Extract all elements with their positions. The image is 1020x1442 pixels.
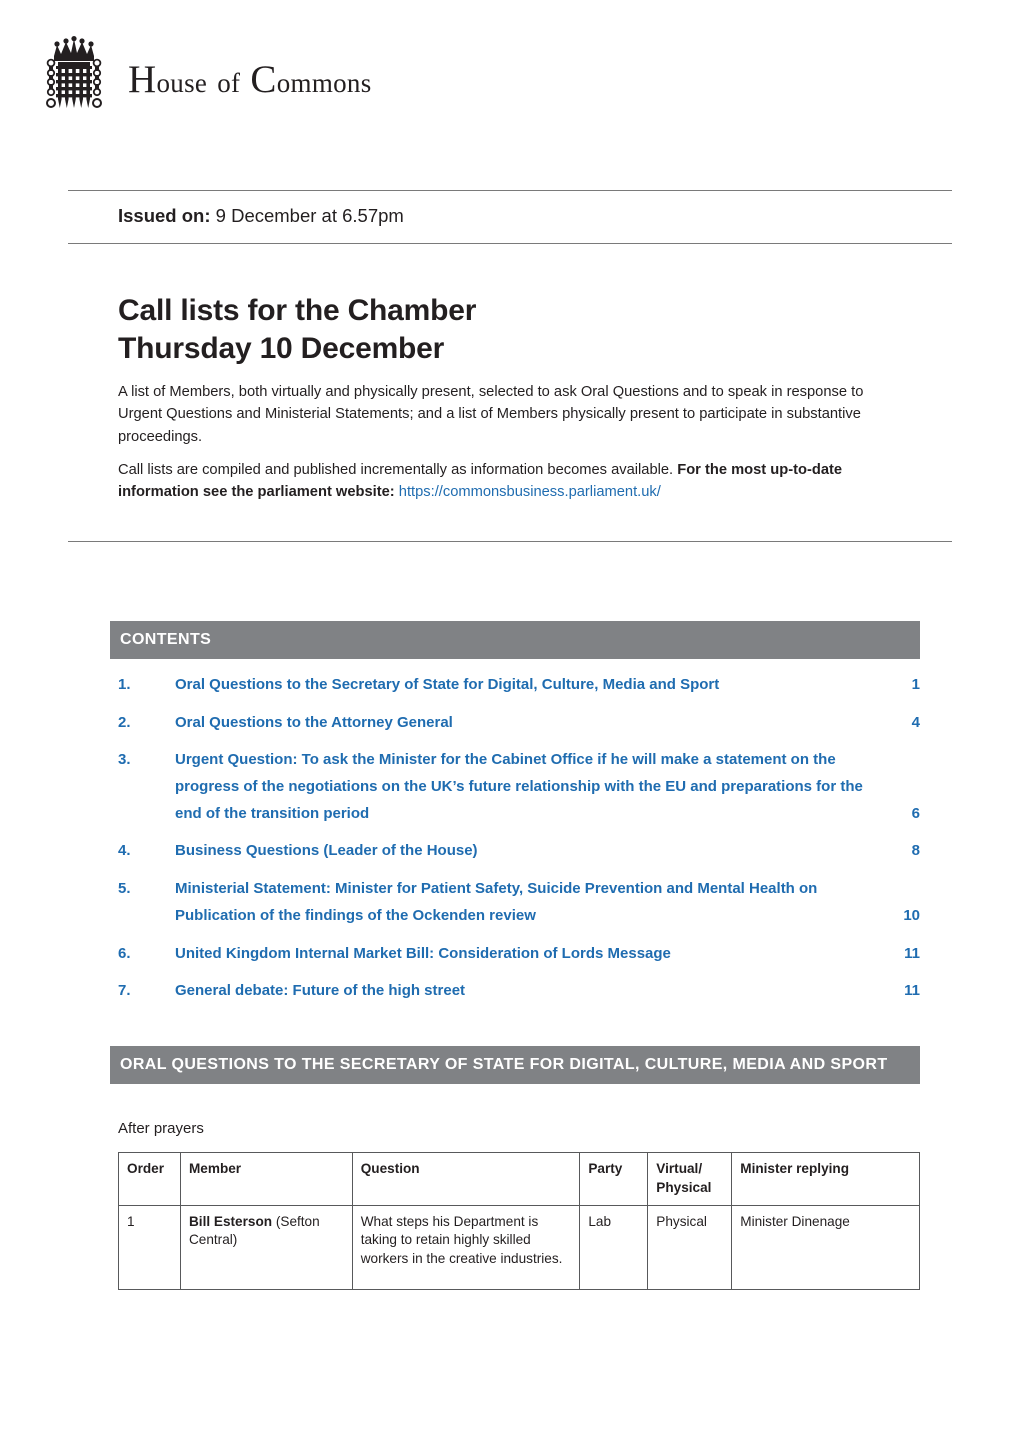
toc-item-page: 1 — [911, 676, 920, 693]
intro-paragraph-secondary: Call lists are compiled and published in… — [118, 459, 908, 504]
toc-item-number: 3. — [118, 751, 131, 769]
masthead-of: of — [217, 67, 241, 98]
masthead: House of Commons — [38, 36, 372, 122]
section-note: After prayers — [118, 1120, 204, 1137]
toc-item[interactable]: 6. United Kingdom Internal Market Bill: … — [118, 941, 920, 968]
toc-item-number: 1. — [118, 676, 131, 693]
column-header-question: Question — [351, 1152, 581, 1206]
page-title-line1: Call lists for the Chamber — [118, 294, 477, 327]
column-header-party: Party — [579, 1152, 649, 1206]
intro-colon: : — [389, 484, 399, 501]
table-row: 1 Bill Esterson (Sefton Central) What st… — [118, 1204, 920, 1290]
toc-item-number: 5. — [118, 880, 131, 898]
toc-item-label: Oral Questions to the Attorney General — [175, 713, 453, 731]
toc-item-page: 11 — [904, 982, 920, 1000]
divider-under-intro — [68, 541, 952, 542]
toc-item-number: 4. — [118, 842, 131, 860]
toc-item-label: Urgent Question: To ask the Minister for… — [175, 751, 863, 822]
toc-item[interactable]: 7. General debate: Future of the high st… — [118, 978, 920, 1005]
column-header-order: Order — [118, 1152, 181, 1206]
divider-top — [68, 190, 952, 191]
toc-item-number: 2. — [118, 713, 131, 731]
call-list-table: Order Member Question Party Virtual/Phys… — [118, 1152, 920, 1290]
toc-item-number: 6. — [118, 944, 131, 962]
toc-item-label: Business Questions (Leader of the House) — [175, 842, 478, 860]
toc-item[interactable]: 2. Oral Questions to the Attorney Genera… — [118, 710, 920, 737]
intro-plain-text: Call lists are compiled and published in… — [118, 462, 678, 478]
issued-on: Issued on: 9 December at 6.57pm — [118, 205, 404, 227]
member-name: Bill Esterson — [188, 1213, 273, 1229]
document-page: House of Commons Issued on: 9 December a… — [0, 0, 1020, 1442]
divider-under-issued — [68, 243, 952, 244]
toc-item-label: Oral Questions to the Secretary of State… — [175, 676, 720, 693]
masthead-c: C — [250, 57, 277, 101]
cell-member: Bill Esterson (Sefton Central) — [179, 1204, 353, 1290]
section-heading: ORAL QUESTIONS TO THE SECRETARY OF STATE… — [110, 1046, 920, 1085]
table-header-row: Order Member Question Party Virtual/Phys… — [118, 1152, 920, 1206]
page-title: Call lists for the Chamber Thursday 10 D… — [118, 292, 476, 368]
cell-party: Lab — [579, 1204, 649, 1290]
cell-order: 1 — [118, 1204, 181, 1290]
toc-item[interactable]: 1. Oral Questions to the Secretary of St… — [118, 672, 920, 699]
table-of-contents: 1. Oral Questions to the Secretary of St… — [118, 672, 920, 1016]
column-header-virtual-physical: Virtual/Physical — [647, 1152, 733, 1206]
toc-item-label: General debate: Future of the high stree… — [175, 982, 466, 1000]
masthead-title: House of Commons — [128, 60, 372, 99]
issued-on-label: Issued on: — [118, 205, 211, 226]
cell-question: What steps his Department is taking to r… — [351, 1204, 581, 1290]
toc-item-page: 8 — [911, 842, 920, 860]
toc-item[interactable]: 5. Ministerial Statement: Minister for P… — [118, 876, 920, 929]
column-header-vp-line1: Virtual/ — [656, 1161, 703, 1176]
toc-item-page: 4 — [911, 713, 920, 731]
portcullis-crown-icon — [46, 36, 102, 108]
page-title-line2: Thursday 10 December — [118, 332, 445, 366]
intro-paragraph: A list of Members, both virtually and ph… — [118, 384, 864, 445]
cell-minister: Minister Dinenage — [731, 1204, 920, 1290]
contents-heading: CONTENTS — [110, 621, 920, 660]
toc-item-label: Ministerial Statement: Minister for Pati… — [175, 880, 818, 924]
column-header-minister-replying: Minister replying — [731, 1152, 920, 1206]
masthead-h: H — [128, 57, 157, 101]
parliament-website-link[interactable]: https://commonsbusiness.parliament.uk/ — [399, 484, 661, 500]
toc-item-number: 7. — [118, 982, 131, 1000]
toc-item-page: 11 — [904, 944, 920, 962]
column-header-member: Member — [179, 1152, 353, 1206]
toc-item-page: 6 — [911, 804, 920, 822]
toc-item-page: 10 — [903, 906, 920, 924]
cell-virtual-physical: Physical — [647, 1204, 733, 1290]
issued-on-value: 9 December at 6.57pm — [215, 205, 404, 226]
toc-item[interactable]: 4. Business Questions (Leader of the Hou… — [118, 838, 920, 865]
toc-item-label: United Kingdom Internal Market Bill: Con… — [175, 944, 671, 962]
masthead-ommons: ommons — [276, 67, 372, 98]
column-header-vp-line2: Physical — [656, 1179, 712, 1195]
masthead-ouse: ouse — [156, 67, 208, 98]
toc-item[interactable]: 3. Urgent Question: To ask the Minister … — [118, 747, 920, 827]
